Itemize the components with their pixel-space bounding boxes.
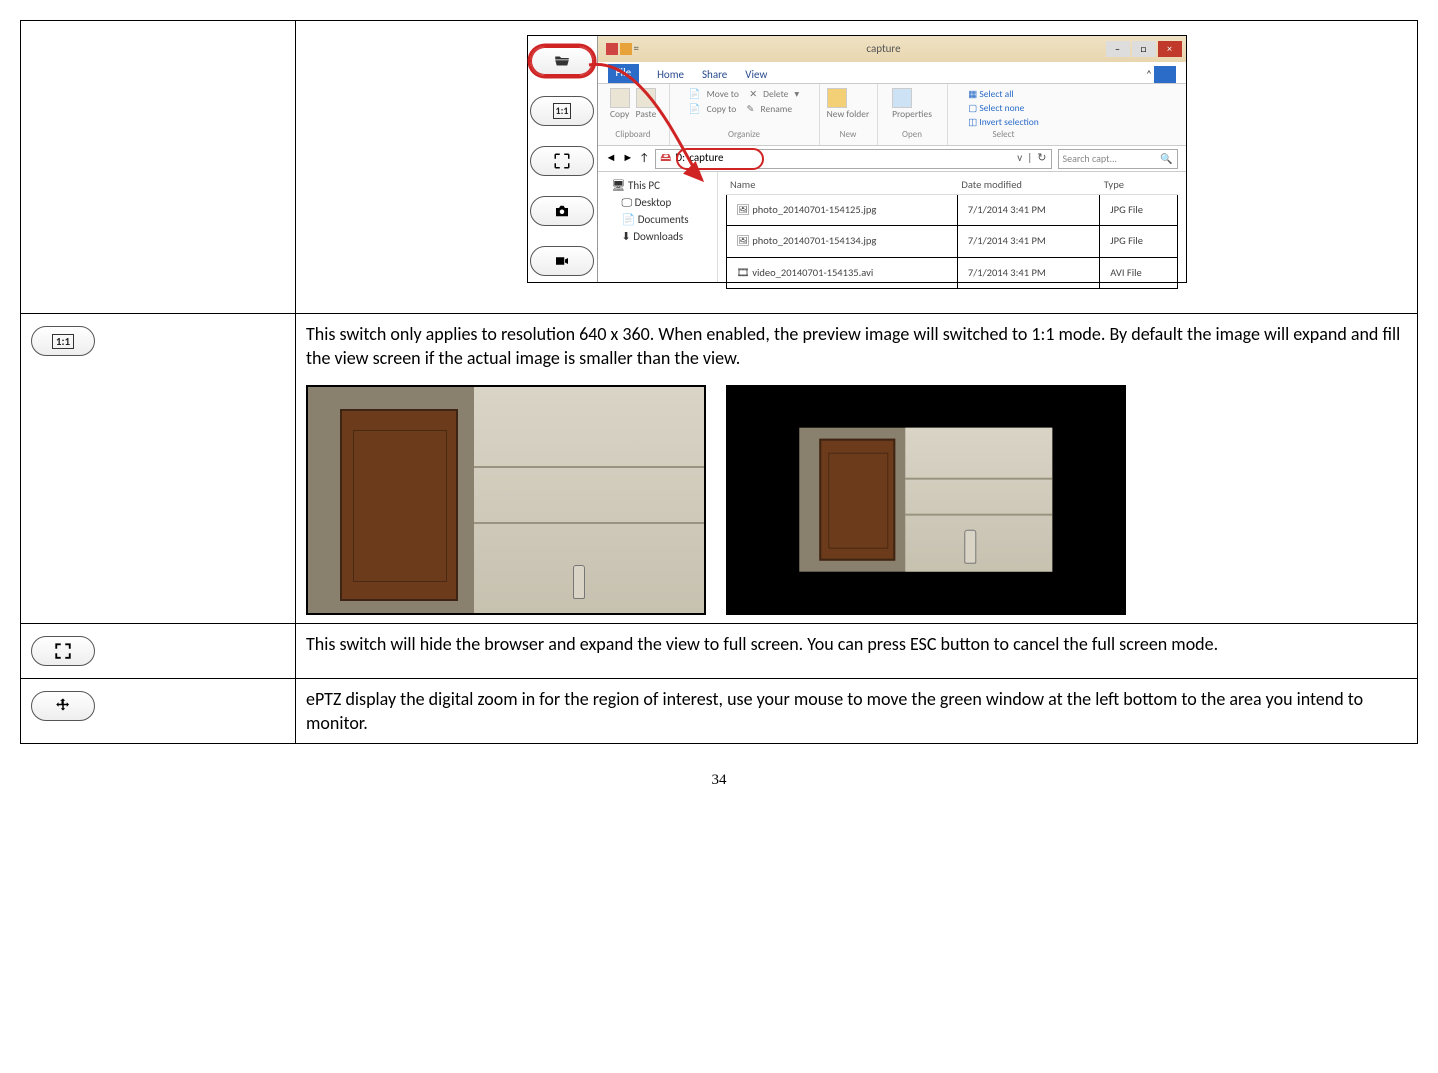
file-list: Name Date modified Type 🖼 photo_20140701…	[718, 172, 1186, 282]
properties-label: Properties	[892, 108, 932, 121]
moveto-icon[interactable]: 📄	[689, 88, 701, 101]
ribbon-collapse-icon[interactable]: ˄ ?	[1146, 68, 1176, 83]
manual-table: 1:1	[20, 20, 1418, 744]
preview-comparison	[306, 385, 1407, 615]
nav-documents[interactable]: 📄 Documents	[602, 212, 713, 229]
row4-description: ePTZ display the digital zoom in for the…	[306, 687, 1407, 736]
newfolder-label: New folder	[827, 108, 870, 121]
tab-view[interactable]: View	[745, 68, 767, 83]
tab-home[interactable]: Home	[657, 68, 684, 83]
row1-content-cell: 1:1	[296, 21, 1418, 314]
fullscreen-icon	[553, 152, 571, 170]
col-type[interactable]: Type	[1100, 176, 1177, 195]
nav-desktop[interactable]: 🖵 Desktop	[602, 195, 713, 212]
fullscreen-icon	[54, 642, 72, 660]
window-titlebar: = capture – □ ×	[598, 36, 1186, 62]
search-placeholder: Search capt...	[1063, 152, 1118, 166]
paste-label: Paste	[636, 108, 657, 121]
video-file-icon: 🎞	[737, 266, 753, 279]
select-group-label: Select	[993, 129, 1015, 141]
delete-label: Delete	[763, 88, 788, 101]
image-file-icon: 🖼	[737, 234, 753, 247]
ribbon: Copy Paste Clipboard 📄Move to ✕ Delete ▾…	[598, 84, 1186, 146]
nav-up-icon[interactable]: ↑	[639, 151, 649, 166]
moveto-label: Move to	[707, 88, 739, 101]
select-all-button[interactable]: ▦ Select all	[968, 88, 1013, 101]
row2-description: This switch only applies to resolution 6…	[306, 322, 1407, 371]
open-group-label: Open	[902, 129, 922, 141]
nav-downloads[interactable]: ⬇ Downloads	[602, 229, 713, 246]
one-to-one-button[interactable]: 1:1	[530, 96, 594, 126]
search-box[interactable]: Search capt... 🔍	[1058, 149, 1178, 169]
record-icon	[553, 252, 571, 270]
eptz-row-button[interactable]	[31, 691, 95, 721]
explorer-nav-pane: 🖥 This PC 🖵 Desktop 📄 Documents ⬇ Downlo…	[598, 172, 718, 282]
address-bar-row: ◄ ► ↑ 🖴 D:\capture v | ↻ Search capt...	[598, 146, 1186, 172]
fullscreen-row-button[interactable]	[31, 636, 95, 666]
image-file-icon: 🖼	[737, 203, 753, 216]
nav-this-pc[interactable]: 🖥 This PC	[602, 178, 713, 195]
col-date[interactable]: Date modified	[957, 176, 1099, 195]
nav-fwd-icon[interactable]: ►	[622, 151, 633, 166]
window-title: capture	[662, 42, 1106, 57]
copy-label: Copy	[610, 108, 630, 121]
ribbon-tabs: File Home Share View ˄ ?	[598, 62, 1186, 84]
tab-share[interactable]: Share	[702, 68, 727, 83]
copyto-label: Copy to	[707, 103, 737, 116]
rename-label: Rename	[760, 103, 792, 116]
app-icon	[606, 43, 618, 55]
row2-content-cell: This switch only applies to resolution 6…	[296, 314, 1418, 624]
row4-content-cell: ePTZ display the digital zoom in for the…	[296, 678, 1418, 744]
row1-icon-cell	[21, 21, 296, 314]
col-name[interactable]: Name	[726, 176, 957, 195]
fullscreen-sidebar-button[interactable]	[530, 146, 594, 176]
row3-icon-cell	[21, 623, 296, 678]
select-none-button[interactable]: ▢ Select none	[968, 102, 1024, 115]
eptz-move-icon	[54, 697, 72, 715]
table-row[interactable]: 🎞 video_20140701-154135.avi7/1/2014 3:41…	[726, 257, 1177, 288]
one-to-one-icon: 1:1	[553, 103, 572, 119]
row2-icon-cell: 1:1	[21, 314, 296, 624]
folder-open-icon	[553, 52, 571, 70]
preview-one-to-one-mode	[726, 385, 1126, 615]
table-row[interactable]: 🖼 photo_20140701-154125.jpg7/1/2014 3:41…	[726, 195, 1177, 226]
minimize-button[interactable]: –	[1106, 41, 1130, 57]
page-number: 34	[20, 772, 1418, 789]
capture-app-sidebar: 1:1	[528, 36, 598, 282]
camera-icon	[553, 202, 571, 220]
copyto-icon[interactable]: 📄	[689, 103, 701, 116]
tab-file[interactable]: File	[608, 64, 640, 83]
row3-content-cell: This switch will hide the browser and ex…	[296, 623, 1418, 678]
paste-icon[interactable]	[636, 88, 656, 108]
snapshot-button[interactable]	[530, 196, 594, 226]
row4-icon-cell	[21, 678, 296, 744]
invert-selection-button[interactable]: ◫ Invert selection	[968, 116, 1039, 129]
app-icon-2	[620, 43, 632, 55]
table-row[interactable]: 🖼 photo_20140701-154134.jpg7/1/2014 3:41…	[726, 226, 1177, 257]
new-group-label: New	[840, 129, 857, 141]
preview-fill-mode	[306, 385, 706, 615]
organize-group-label: Organize	[728, 129, 760, 141]
new-folder-icon[interactable]	[827, 88, 847, 108]
path-highlight-callout	[676, 148, 764, 170]
one-to-one-row-button[interactable]: 1:1	[31, 326, 95, 356]
row3-description: This switch will hide the browser and ex…	[306, 632, 1407, 656]
drive-icon: 🖴	[660, 151, 671, 166]
one-to-one-icon: 1:1	[52, 334, 74, 349]
properties-icon[interactable]	[892, 88, 912, 108]
explorer-window: 1:1	[527, 35, 1187, 283]
folder-open-button[interactable]	[530, 46, 594, 76]
address-bar[interactable]: 🖴 D:\capture v | ↻	[655, 149, 1051, 169]
search-icon: 🔍	[1160, 152, 1172, 166]
close-button[interactable]: ×	[1158, 41, 1182, 57]
nav-back-icon[interactable]: ◄	[606, 151, 617, 166]
record-button[interactable]	[530, 246, 594, 276]
maximize-button[interactable]: □	[1132, 41, 1156, 57]
copy-icon[interactable]	[610, 88, 630, 108]
clipboard-group-label: Clipboard	[615, 129, 650, 141]
